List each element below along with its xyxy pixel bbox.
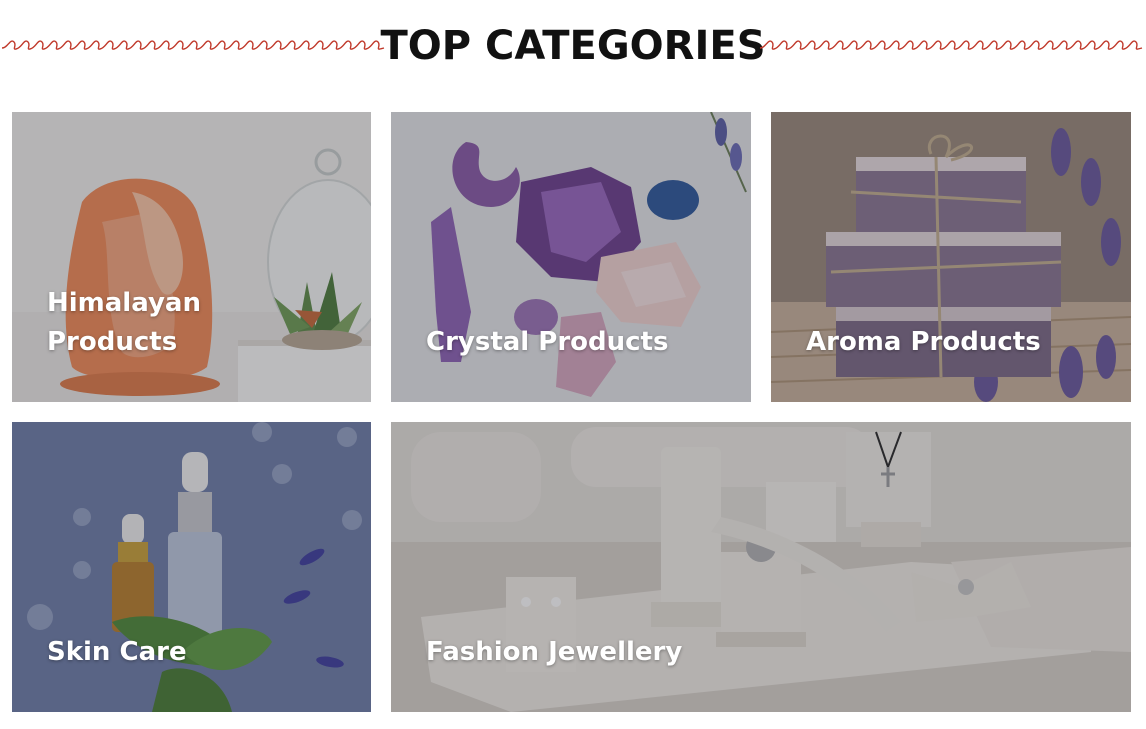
category-card-fashion-jewellery[interactable]: Fashion Jewellery xyxy=(391,422,1131,712)
category-label: Himalayan Products xyxy=(47,288,201,357)
category-label: Skin Care xyxy=(47,637,187,667)
category-label: Fashion Jewellery xyxy=(426,637,683,667)
section-header: TOP CATEGORIES xyxy=(0,18,1146,74)
decorative-loop-divider-right xyxy=(759,40,1143,50)
category-card-himalayan-products[interactable]: Himalayan Products xyxy=(12,112,371,402)
category-label: Aroma Products xyxy=(806,327,1041,357)
category-label: Crystal Products xyxy=(426,327,669,357)
category-card-aroma-products[interactable]: Aroma Products xyxy=(771,112,1131,402)
category-card-skin-care[interactable]: Skin Care xyxy=(12,422,371,712)
category-card-crystal-products[interactable]: Crystal Products xyxy=(391,112,751,402)
